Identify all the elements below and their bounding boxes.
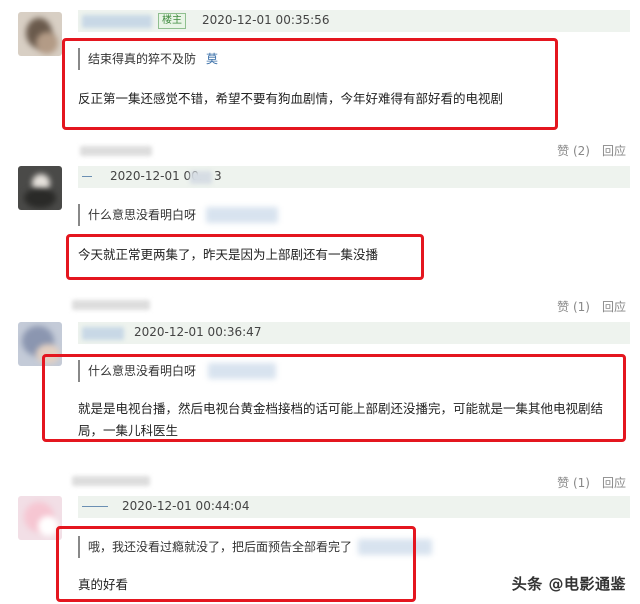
comment-meta-bar: 2020-12-01 00:44:04 [78, 496, 630, 518]
reply-button[interactable]: 回应 [602, 476, 626, 490]
timestamp: 2020-12-01 00:36:47 [134, 325, 262, 339]
username[interactable] [82, 327, 124, 340]
timestamp: 2020-12-01 00. [110, 169, 203, 183]
blurred-username [80, 146, 152, 156]
highlight-box [42, 354, 626, 442]
quoted-comment: 什么意思没看明白呀 [78, 204, 196, 226]
reply-button[interactable]: 回应 [602, 144, 626, 158]
username-placeholder [82, 176, 92, 177]
avatar[interactable] [18, 166, 62, 210]
comment-actions: 赞 (1) 回应 [545, 298, 626, 315]
like-button[interactable]: 赞 (2) [557, 144, 590, 158]
comment-actions: 赞 (1) 回应 [545, 474, 626, 491]
like-button[interactable]: 赞 (1) [557, 300, 590, 314]
blurred-username [72, 476, 150, 486]
timestamp: 2020-12-01 00:35:56 [202, 13, 330, 27]
timestamp: 2020-12-01 00:44:04 [122, 499, 250, 513]
like-button[interactable]: 赞 (1) [557, 476, 590, 490]
host-badge: 楼主 [158, 13, 186, 29]
timestamp-tail: 3 [214, 169, 222, 183]
watermark: 头条 @电影通鉴 [511, 575, 626, 593]
comment-meta-bar: 2020-12-01 00:36:47 [78, 322, 630, 344]
comment-actions: 赞 (2) 回应 [545, 142, 626, 159]
comment-meta-bar: 楼主 2020-12-01 00:35:56 [78, 10, 630, 32]
reply-button[interactable]: 回应 [602, 300, 626, 314]
highlight-box [56, 526, 416, 602]
username[interactable] [82, 15, 152, 28]
quote-text: 什么意思没看明白呀 [88, 208, 197, 222]
highlight-box [66, 234, 424, 280]
blurred-time [190, 171, 212, 184]
username-placeholder [82, 506, 108, 507]
avatar[interactable] [18, 12, 62, 56]
highlight-box [62, 38, 558, 130]
blurred-username [72, 300, 150, 310]
blurred-quote-author [206, 207, 278, 223]
comment-meta-bar: 2020-12-01 00. 3 [78, 166, 630, 188]
